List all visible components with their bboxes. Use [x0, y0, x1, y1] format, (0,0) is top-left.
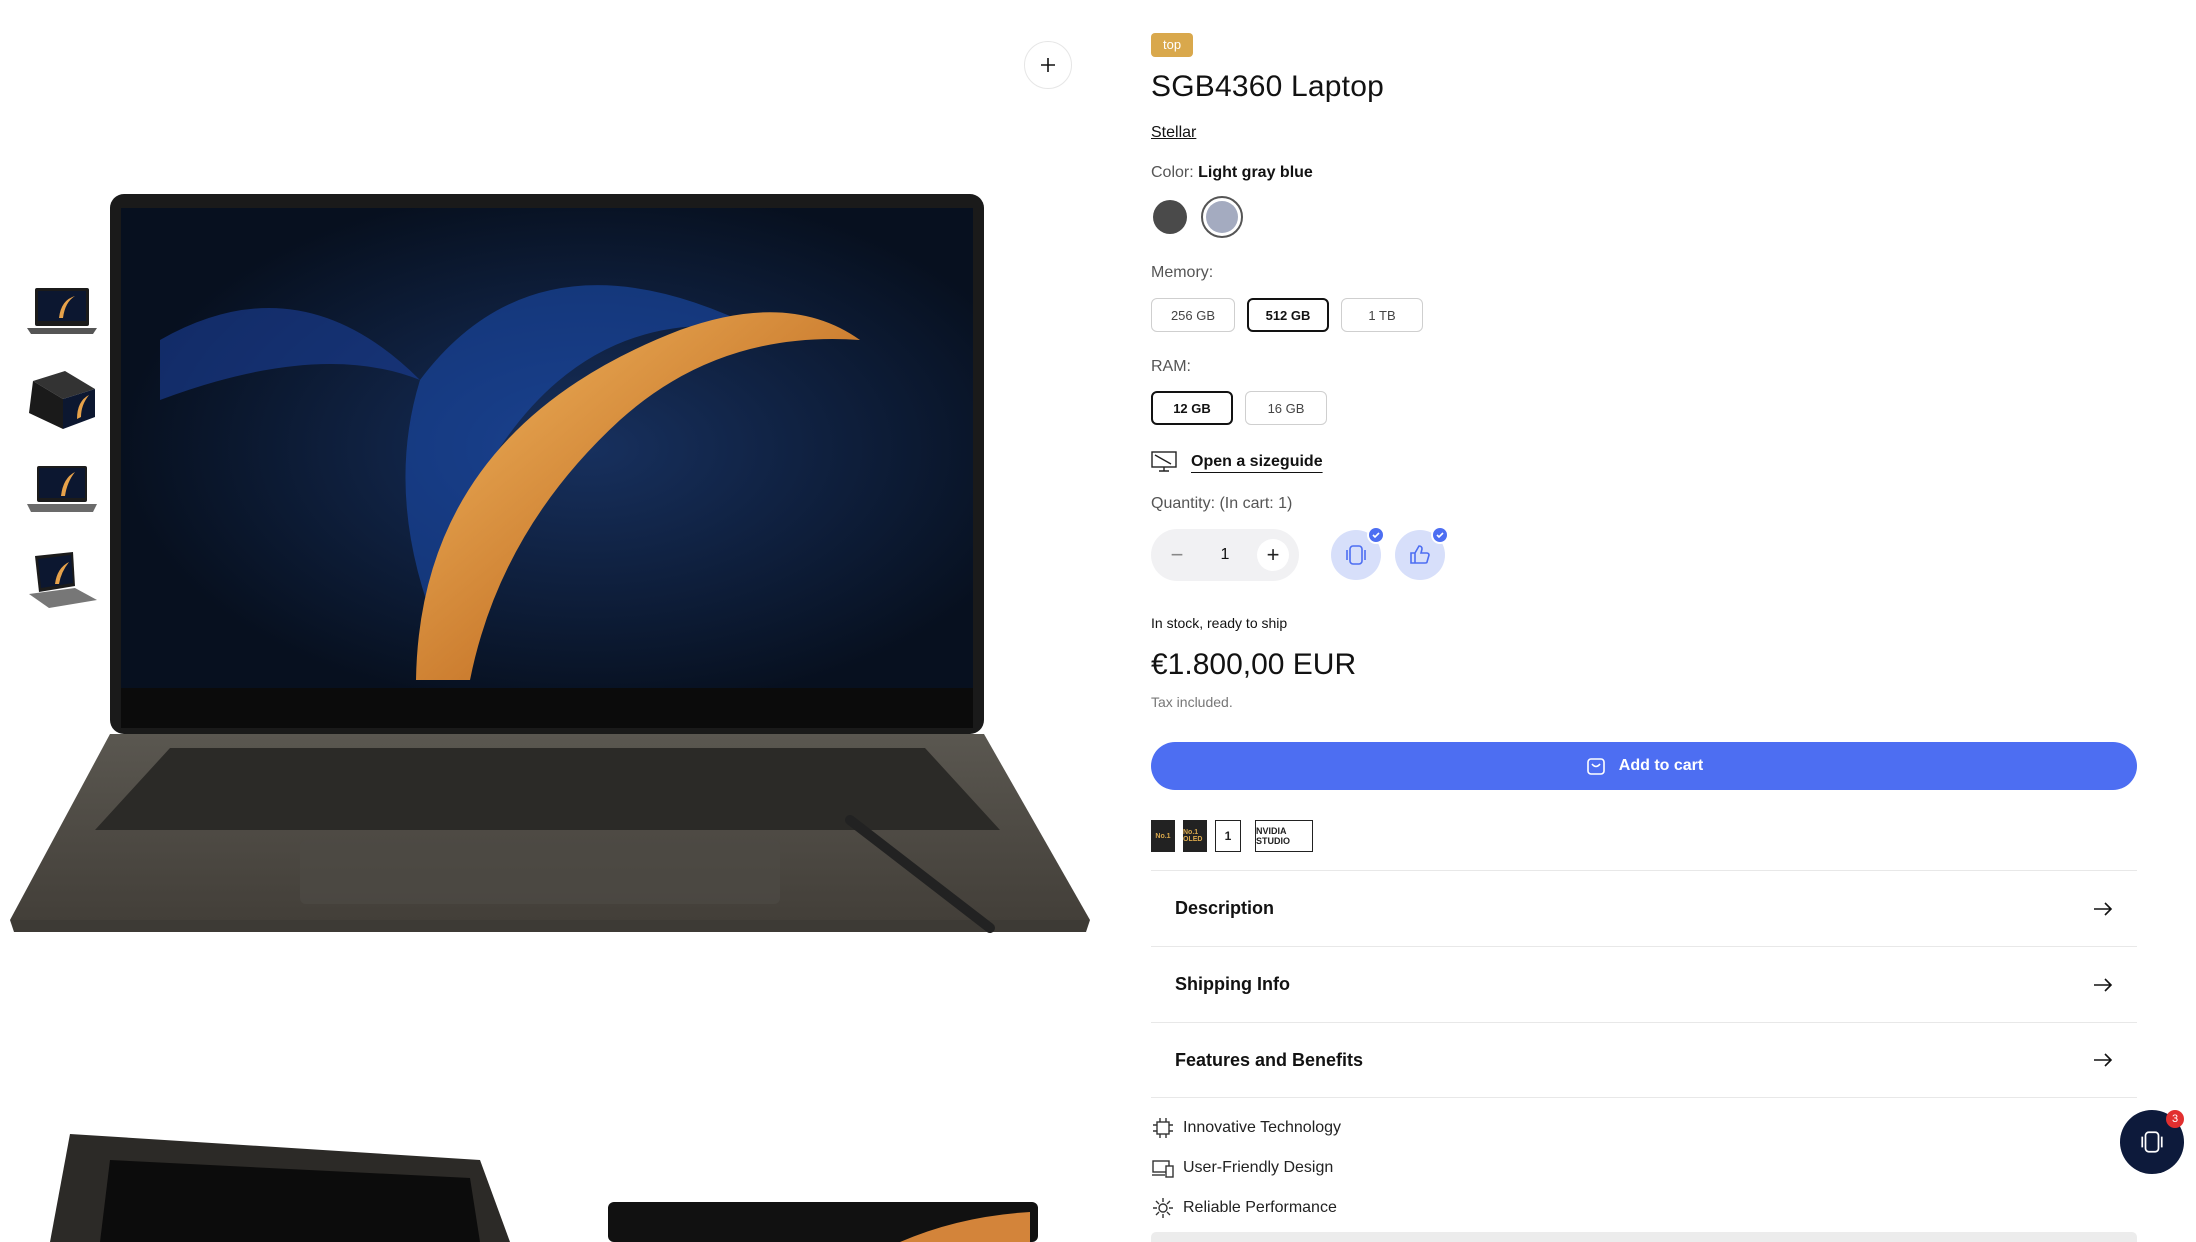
accordion-label: Shipping Info — [1175, 974, 1290, 994]
product-badge: top — [1151, 33, 1194, 57]
feature-label: User-Friendly Design — [1183, 1159, 1334, 1176]
like-button[interactable] — [1395, 526, 1449, 580]
add-to-cart-label: Add to cart — [1618, 757, 1704, 774]
swatch-graphite[interactable] — [1153, 200, 1187, 234]
memory-option-1tb[interactable]: 1 TB — [1341, 298, 1423, 332]
award-badge-1: No.1 — [1151, 820, 1175, 852]
accordion-label: Description — [1175, 898, 1275, 918]
quantity-increase-button[interactable]: + — [1257, 539, 1289, 571]
thumbs-up-icon — [1410, 545, 1430, 564]
plus-icon — [1041, 58, 1055, 72]
award-badge-3: 1 — [1215, 820, 1241, 852]
arrow-right-icon — [2094, 977, 2113, 992]
color-option-label: Color: Light gray blue — [1151, 164, 1313, 182]
product-gallery — [0, 0, 1110, 1242]
ram-option-12gb[interactable]: 12 GB — [1151, 391, 1233, 425]
main-product-image[interactable] — [0, 180, 1100, 950]
memory-label: Memory: — [1151, 264, 1214, 281]
secondary-images — [0, 1120, 1110, 1242]
accordion-description[interactable]: Description — [1151, 870, 2137, 946]
check-icon — [1367, 526, 1385, 544]
accordion-label: Features and Benefits — [1175, 1049, 1364, 1070]
zoom-button[interactable] — [1024, 41, 1072, 89]
chat-count-badge: 3 — [2166, 1110, 2184, 1128]
ram-option-16gb[interactable]: 16 GB — [1245, 391, 1327, 425]
arrow-right-icon — [2094, 901, 2113, 916]
quantity-input[interactable]: 1 — [1221, 546, 1230, 564]
color-label: Color: — [1151, 164, 1194, 181]
selected-color: Light gray blue — [1198, 164, 1313, 181]
award-badge-2: No.1 OLED — [1183, 820, 1207, 852]
vendor-link[interactable]: Stellar — [1151, 124, 1196, 142]
tax-note: Tax included. — [1151, 694, 1233, 710]
add-to-cart-button[interactable]: Add to cart — [1151, 742, 2137, 790]
quantity-stepper: − 1 + — [1151, 529, 1299, 581]
gear-icon — [1153, 1198, 1173, 1218]
feature-user-friendly-design: User-Friendly Design — [1151, 1156, 1333, 1180]
ram-label: RAM: — [1151, 358, 1191, 375]
chat-widget-button[interactable]: 3 — [2120, 1110, 2184, 1174]
feature-label: Innovative Technology — [1183, 1119, 1342, 1136]
quantity-decrease-button[interactable]: − — [1161, 539, 1193, 571]
swatch-fill — [1206, 201, 1238, 233]
feature-innovative-technology: Innovative Technology — [1151, 1116, 1341, 1140]
bottom-bar — [1151, 1232, 2137, 1242]
arrow-right-icon — [2094, 1053, 2113, 1067]
stock-status: In stock, ready to ship — [1151, 615, 1288, 631]
product-title: SGB4360 Laptop — [1151, 70, 1384, 103]
compare-button[interactable] — [1331, 526, 1385, 580]
device-icon — [1346, 545, 1366, 565]
award-badge-nvidia: NVIDIA STUDIO — [1255, 820, 1313, 852]
product-price: €1.800,00 EUR — [1151, 648, 1357, 681]
sizeguide-link[interactable]: Open a sizeguide — [1151, 451, 1323, 473]
feature-reliable-performance: Reliable Performance — [1151, 1196, 1337, 1220]
feature-label: Reliable Performance — [1183, 1199, 1337, 1216]
memory-option-256gb[interactable]: 256 GB — [1151, 298, 1235, 332]
device-icon — [2141, 1131, 2163, 1153]
quantity-label: Quantity: (In cart: 1) — [1151, 495, 1293, 512]
memory-option-512gb[interactable]: 512 GB — [1247, 298, 1329, 332]
accordion-features-benefits[interactable]: Features and Benefits — [1151, 1022, 2137, 1098]
check-icon — [1431, 526, 1449, 544]
accordion-shipping-info[interactable]: Shipping Info — [1151, 946, 2137, 1022]
monitor-icon — [1151, 451, 1177, 472]
award-badges: No.1 No.1 OLED 1 NVIDIA STUDIO — [1151, 820, 1313, 852]
cart-icon — [1586, 758, 1605, 775]
chip-icon — [1153, 1118, 1173, 1138]
sizeguide-label: Open a sizeguide — [1191, 453, 1323, 470]
devices-icon — [1152, 1160, 1174, 1178]
swatch-light-gray-blue[interactable] — [1201, 196, 1243, 238]
